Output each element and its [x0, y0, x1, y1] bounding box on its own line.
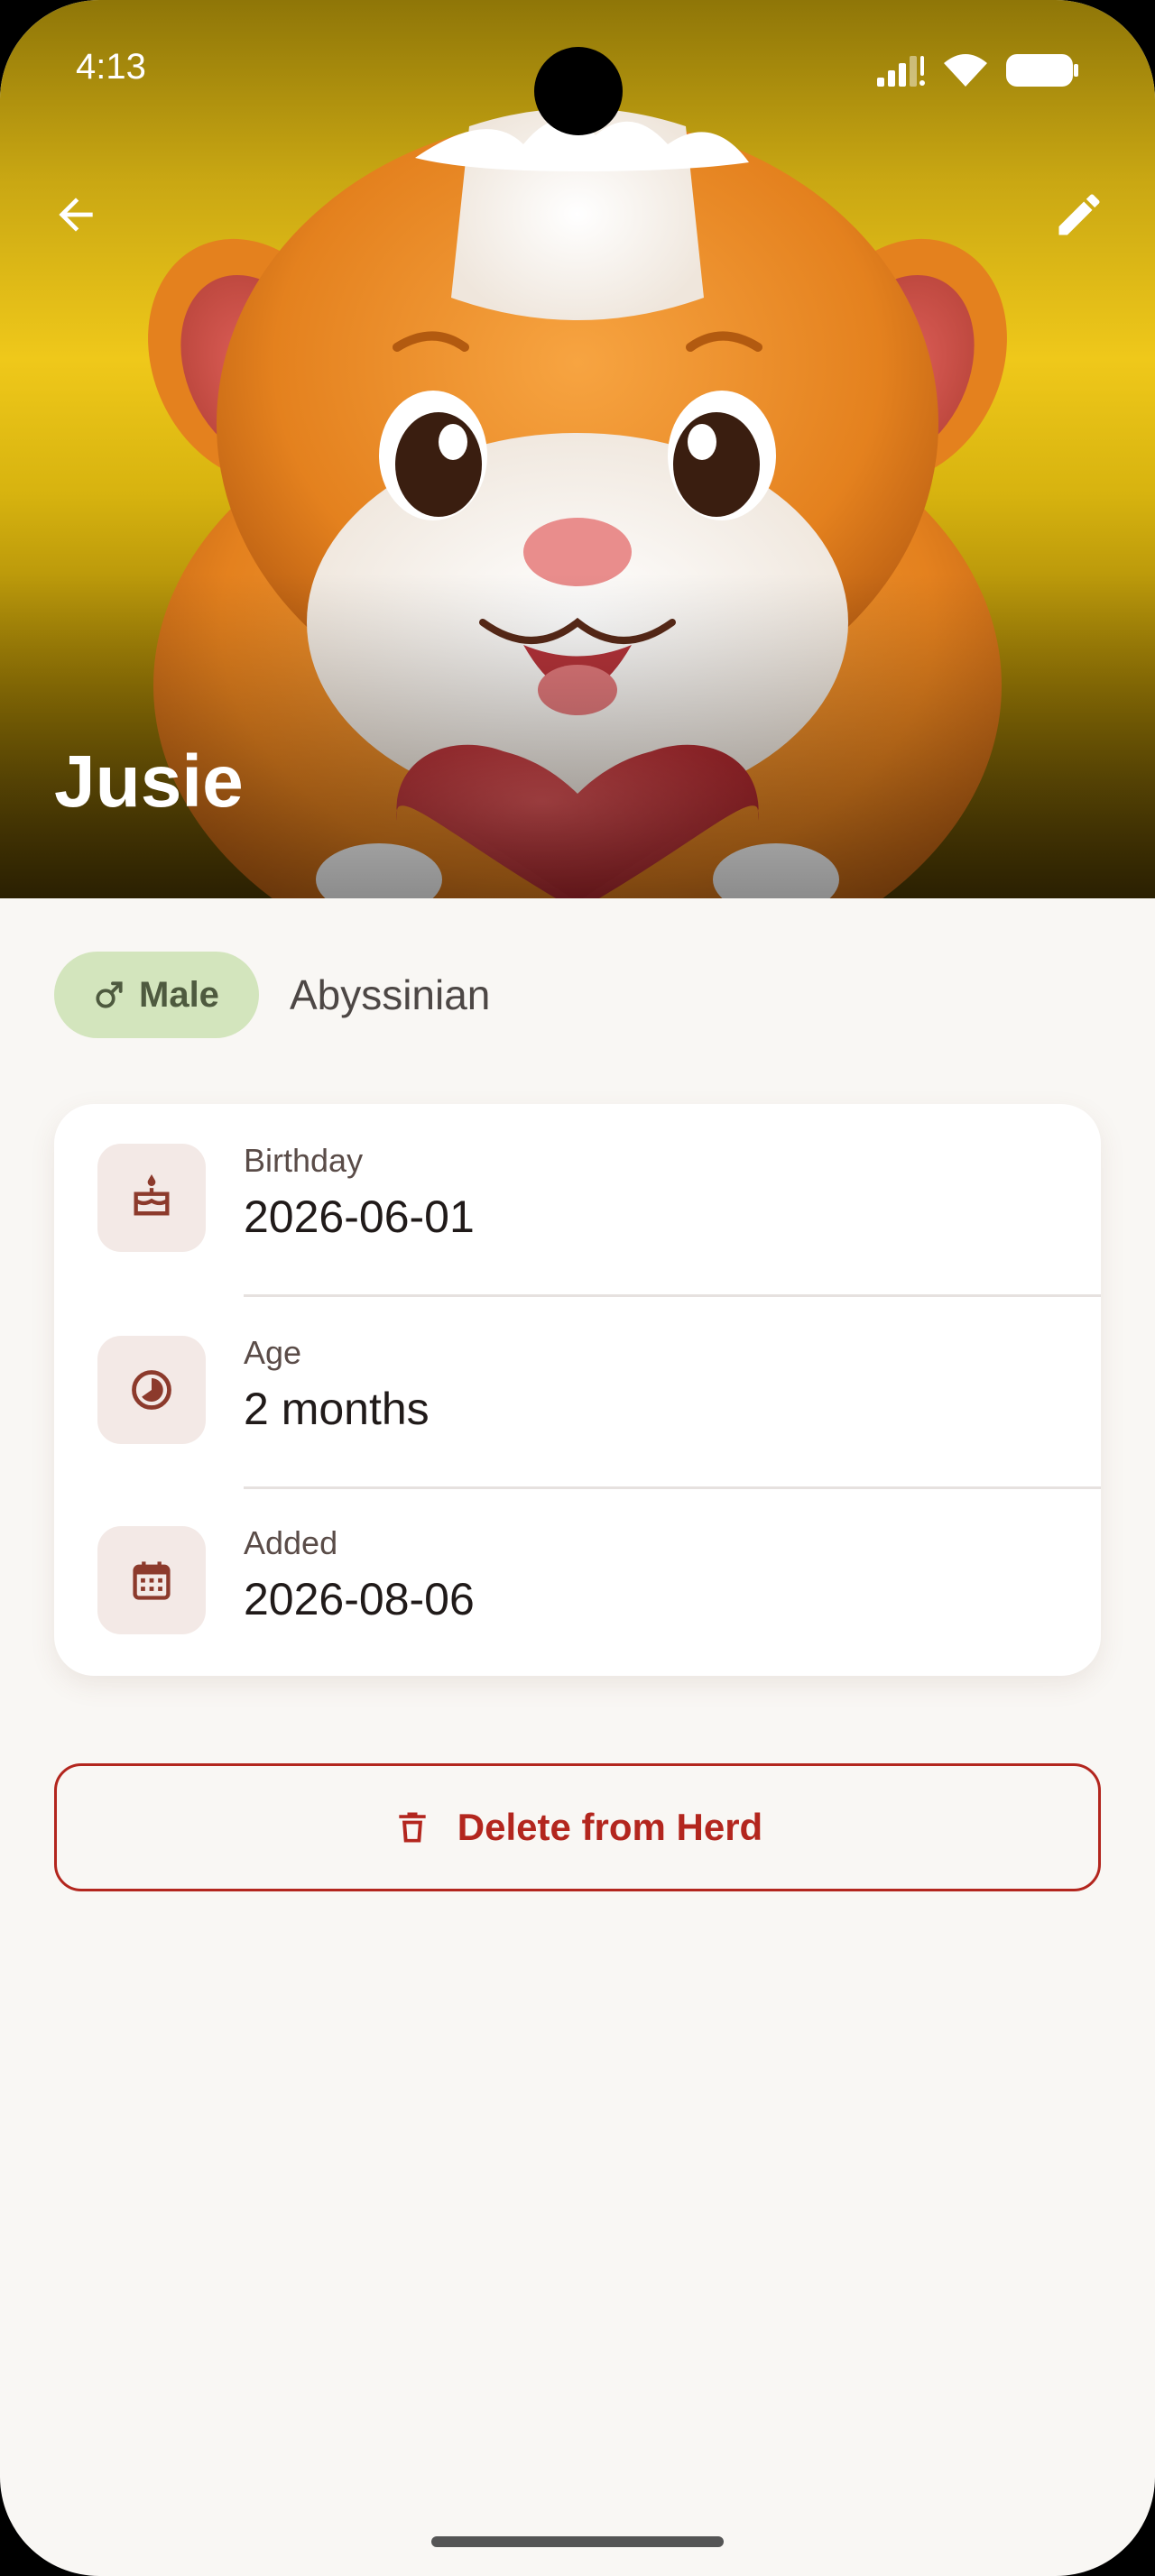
app-screen: 4:13 Jusie Male Abyssinian Birthday 2026… — [0, 0, 1155, 2576]
gender-label: Male — [139, 974, 219, 1015]
trash-icon — [399, 1812, 426, 1843]
arrow-back-icon — [59, 198, 93, 232]
status-bar: 4:13 — [0, 0, 1155, 135]
birthday-icon-box — [97, 1144, 206, 1252]
age-row: Age 2 months — [54, 1296, 1101, 1487]
wifi-icon — [944, 54, 987, 87]
birthday-label: Birthday — [244, 1142, 364, 1179]
age-value: 2 months — [244, 1384, 430, 1434]
added-value: 2026-08-06 — [244, 1574, 475, 1624]
signal-icon — [877, 56, 925, 87]
front-camera — [534, 47, 623, 135]
edit-button[interactable] — [1043, 179, 1115, 251]
gender-chip: Male — [54, 952, 259, 1038]
added-icon-box — [97, 1526, 206, 1634]
back-button[interactable] — [40, 179, 112, 251]
age-icon — [132, 1370, 171, 1410]
age-icon-box — [97, 1336, 206, 1444]
pet-info-card: Birthday 2026-06-01 Age 2 months Added 2… — [54, 1104, 1101, 1676]
added-row: Added 2026-08-06 — [54, 1486, 1101, 1676]
birthday-row: Birthday 2026-06-01 — [54, 1104, 1101, 1295]
pencil-icon — [1058, 194, 1100, 235]
delete-from-herd-button[interactable]: Delete from Herd — [54, 1763, 1101, 1891]
calendar-icon — [133, 1561, 171, 1600]
battery-icon — [1006, 54, 1078, 87]
male-icon — [96, 981, 123, 1008]
breed-label: Abyssinian — [289, 971, 491, 1018]
status-icons — [875, 52, 1079, 88]
cake-icon — [134, 1174, 170, 1216]
hero-gradient-overlay — [0, 574, 1155, 898]
pet-name: Jusie — [54, 741, 244, 823]
delete-button-label: Delete from Herd — [457, 1806, 763, 1848]
age-label: Age — [244, 1334, 302, 1371]
pet-hero-header: 4:13 Jusie — [0, 0, 1155, 898]
added-label: Added — [244, 1524, 338, 1561]
pet-tags-row: Male Abyssinian — [54, 952, 490, 1038]
home-indicator[interactable] — [431, 2536, 724, 2547]
birthday-value: 2026-06-01 — [244, 1191, 475, 1242]
status-time: 4:13 — [76, 47, 146, 87]
